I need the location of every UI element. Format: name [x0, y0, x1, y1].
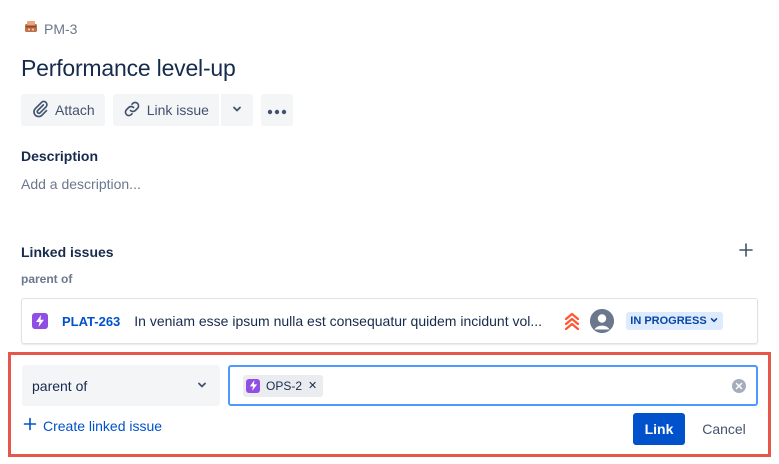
- add-linked-issue-button[interactable]: [734, 240, 758, 264]
- highest-priority-icon: [564, 312, 580, 331]
- link-issue-button-label: Link issue: [146, 102, 209, 118]
- linked-issue-summary[interactable]: In veniam esse ipsum nulla est consequat…: [134, 313, 554, 329]
- cancel-button[interactable]: Cancel: [693, 413, 755, 445]
- linked-issues-heading: Linked issues: [21, 244, 114, 260]
- plus-icon: [23, 417, 37, 434]
- user-icon: [590, 309, 615, 333]
- status-lozenge-label: IN PROGRESS: [630, 315, 707, 327]
- assignee-avatar[interactable]: [590, 309, 615, 333]
- link-type-label: parent of: [21, 272, 73, 286]
- link-issue-split-button: Link issue: [112, 94, 253, 126]
- chevron-down-icon: [709, 315, 719, 328]
- more-actions-button[interactable]: [260, 94, 293, 126]
- link-type-select-value: parent of: [32, 377, 88, 394]
- link-button[interactable]: Link: [633, 413, 685, 445]
- attach-button[interactable]: Attach: [21, 94, 105, 126]
- attach-button-label: Attach: [55, 102, 95, 118]
- epic-icon: [246, 378, 260, 393]
- remove-tag-icon[interactable]: ✕: [308, 379, 317, 392]
- breadcrumb[interactable]: PM-3: [24, 19, 77, 38]
- link-issue-form: parent of OPS-2 ✕ Create linked issue Li…: [8, 352, 771, 457]
- project-avatar-icon: [24, 19, 38, 38]
- paperclip-icon: [31, 100, 49, 121]
- breadcrumb-issue-key[interactable]: PM-3: [44, 21, 77, 37]
- chevron-down-icon: [196, 378, 208, 394]
- create-linked-issue-label: Create linked issue: [43, 417, 163, 434]
- link-issue-dropdown-button[interactable]: [220, 94, 253, 126]
- linked-issue-row[interactable]: PLAT-263 In veniam esse ipsum nulla est …: [21, 298, 758, 344]
- description-heading: Description: [21, 148, 99, 164]
- clear-icon[interactable]: [732, 378, 746, 393]
- selected-issue-tag: OPS-2 ✕: [243, 374, 324, 397]
- issue-search-input[interactable]: OPS-2 ✕: [228, 365, 758, 406]
- link-type-select[interactable]: parent of: [22, 365, 220, 406]
- chevron-down-icon: [231, 102, 243, 118]
- create-linked-issue-button[interactable]: Create linked issue: [23, 417, 162, 434]
- status-lozenge[interactable]: IN PROGRESS: [626, 312, 723, 330]
- issue-toolbar: Attach Link issue: [21, 94, 293, 126]
- selected-issue-key: OPS-2: [266, 378, 303, 393]
- description-editor[interactable]: Add a description...: [21, 176, 141, 192]
- more-icon: [267, 102, 287, 118]
- page-title[interactable]: Performance level-up: [21, 55, 236, 82]
- linked-issue-key[interactable]: PLAT-263: [62, 314, 120, 329]
- epic-icon: [32, 313, 48, 329]
- link-issue-button[interactable]: Link issue: [112, 94, 219, 126]
- link-icon: [123, 100, 141, 121]
- plus-icon: [738, 242, 754, 263]
